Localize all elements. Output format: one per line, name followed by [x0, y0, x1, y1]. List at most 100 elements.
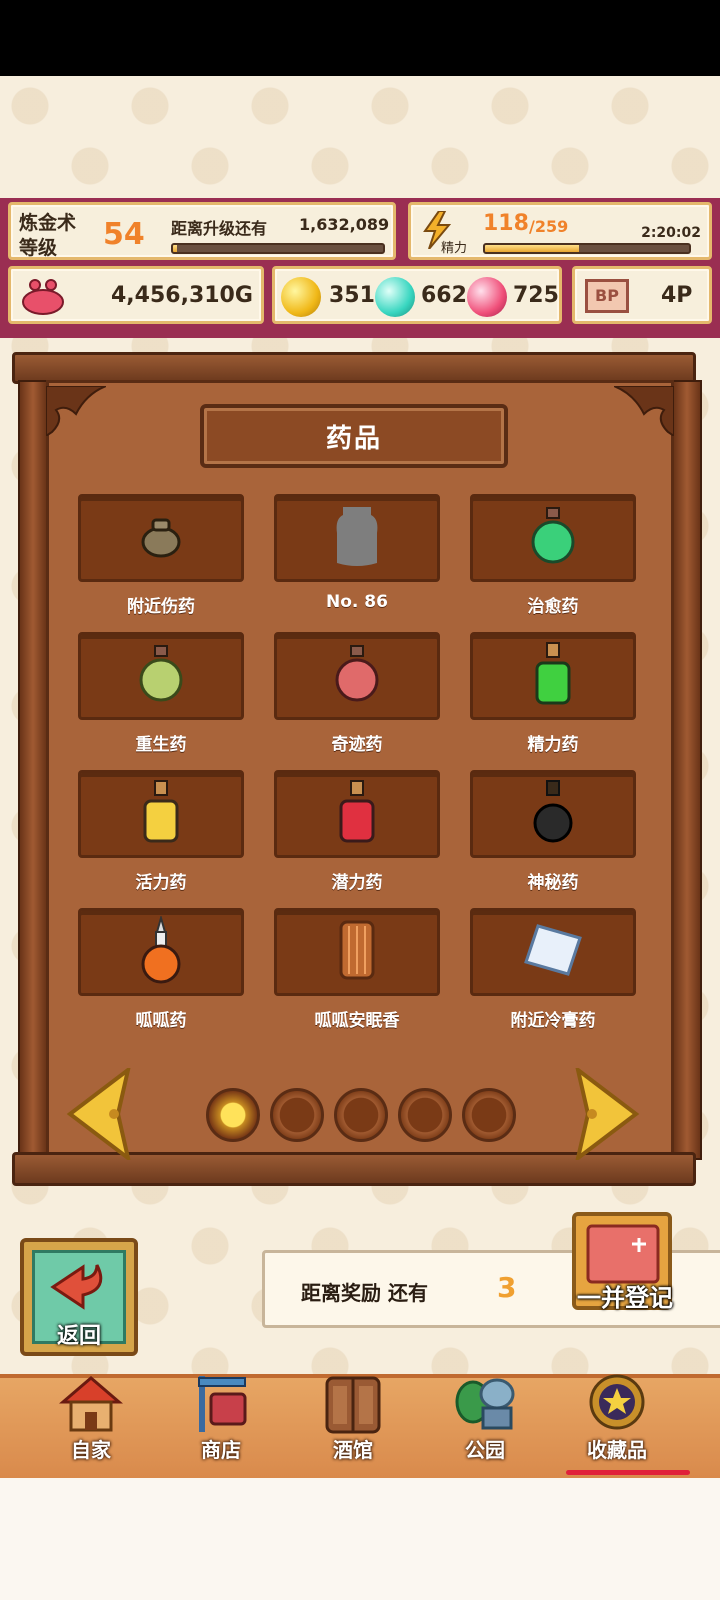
plaster-icon [524, 922, 582, 982]
item-name: 神秘药 [527, 873, 579, 893]
house-icon [59, 1376, 123, 1432]
bottom-navigation: 自家 商店 酒馆 公园 收藏品 [0, 1374, 720, 1478]
nav-label: 酒馆 [333, 1438, 373, 1462]
page-dot[interactable] [462, 1088, 516, 1142]
energy-panel[interactable]: 精力 118 /259 2:20:02 [408, 202, 712, 260]
gold-value: 4,456,310G [111, 283, 253, 308]
green-bottle-icon [533, 641, 573, 711]
yellow-gem-count: 351 [329, 283, 375, 308]
level-value: 54 [103, 217, 145, 252]
level-panel[interactable]: 炼金术 等级 54 距离升级还有 1,632,089 [8, 202, 396, 260]
yellow-bottle-icon [141, 779, 181, 849]
collection-slot[interactable] [78, 770, 244, 858]
left-corner-ornament [46, 386, 106, 436]
cyan-gem-icon [375, 277, 415, 317]
collection-slot[interactable] [78, 494, 244, 582]
energy-timer: 2:20:02 [641, 225, 701, 241]
nav-home[interactable]: 自家 [24, 1376, 158, 1478]
page-dot[interactable] [398, 1088, 452, 1142]
item-name: No. 86 [326, 592, 388, 612]
collection-slot[interactable] [470, 770, 636, 858]
item-name: 呱呱药 [135, 1011, 187, 1031]
collection-slot[interactable] [78, 908, 244, 996]
item-name: 活力药 [135, 873, 187, 893]
black-bottle-icon [531, 779, 575, 849]
energy-max: /259 [529, 217, 569, 236]
bp-value: 4P [661, 283, 693, 308]
shop-icon [198, 1376, 247, 1432]
nav-label: 公园 [465, 1438, 505, 1462]
board-left-pillar [18, 380, 48, 1160]
item-name: 精力药 [527, 735, 579, 755]
collection-slot[interactable] [470, 632, 636, 720]
level-title: 炼金术 等级 [19, 212, 77, 259]
pouch-icon [137, 512, 185, 564]
return-arrow-icon [50, 1264, 103, 1310]
book-icon [586, 1224, 660, 1284]
system-status-bar [0, 0, 720, 76]
item-name: 奇迹药 [331, 735, 383, 755]
active-tab-underline [566, 1470, 690, 1475]
reward-label: 距离奖励 还有 [301, 1281, 428, 1305]
return-button[interactable]: 返回 [20, 1238, 138, 1356]
nav-tavern[interactable]: 酒馆 [286, 1376, 420, 1478]
nav-park[interactable]: 公园 [418, 1378, 552, 1478]
page-dot[interactable] [270, 1088, 324, 1142]
collection-slot[interactable] [274, 494, 440, 582]
board-right-pillar [672, 380, 702, 1160]
nav-label: 自家 [71, 1438, 111, 1462]
item-name: 附近冷膏药 [510, 1011, 596, 1031]
hud-bar: 炼金术 等级 54 距离升级还有 1,632,089 精力 118 /259 2… [0, 198, 720, 338]
collection-slot[interactable] [274, 770, 440, 858]
collection-slot[interactable] [78, 632, 244, 720]
next-level-label: 距离升级还有 [171, 219, 268, 238]
gems-panel[interactable]: 351 662 725 [272, 266, 562, 324]
item-name: 呱呱安眠香 [314, 1011, 400, 1031]
cyan-gem-count: 662 [421, 283, 467, 308]
page-dot[interactable] [334, 1088, 388, 1142]
prev-page-arrow[interactable] [66, 1068, 132, 1160]
yellow-gem-icon [281, 277, 321, 317]
register-all-label: 一并登记 [577, 1284, 673, 1312]
collection-slot[interactable] [274, 908, 440, 996]
park-icon [455, 1378, 515, 1430]
bp-icon: BP [585, 279, 629, 313]
next-level-value: 1,632,089 [299, 215, 390, 234]
level-progress-fill [173, 245, 178, 252]
bp-panel[interactable]: BP 4P [572, 266, 712, 324]
right-corner-ornament [614, 386, 674, 436]
item-name: 重生药 [135, 735, 187, 755]
pink-gem-icon [467, 277, 507, 317]
collection-slot[interactable] [470, 494, 636, 582]
gold-panel[interactable]: 4,456,310G [8, 266, 264, 324]
red-potion-icon [333, 644, 381, 708]
pink-gem-count: 725 [513, 283, 559, 308]
unknown-item-icon [335, 503, 379, 573]
nav-label: 商店 [201, 1438, 241, 1462]
bottom-area [0, 1476, 720, 1600]
item-name: 治愈药 [527, 597, 579, 617]
nav-collection[interactable]: 收藏品 [550, 1374, 684, 1478]
nav-shop[interactable]: 商店 [154, 1376, 288, 1478]
medal-icon [589, 1374, 645, 1430]
category-title: 药品 [200, 404, 508, 468]
tavern-icon [325, 1376, 381, 1434]
nav-label: 收藏品 [587, 1438, 647, 1462]
item-name: 附近伤药 [127, 597, 195, 617]
purse-icon [22, 279, 64, 315]
next-page-arrow[interactable] [574, 1068, 640, 1160]
reward-count: 3 [497, 1271, 517, 1304]
incense-icon [337, 918, 377, 986]
olive-potion-icon [137, 644, 185, 708]
level-progress-bar [171, 243, 385, 254]
energy-progress-bar [483, 243, 691, 254]
return-label: 返回 [56, 1324, 101, 1349]
energy-progress-fill [485, 245, 579, 252]
item-name: 潜力药 [331, 873, 383, 893]
red-bottle-icon [337, 779, 377, 849]
page-dot[interactable] [206, 1088, 260, 1142]
flask-icon [139, 914, 183, 988]
collection-slot[interactable] [470, 908, 636, 996]
energy-label: 精力 [441, 241, 468, 256]
collection-slot[interactable] [274, 632, 440, 720]
